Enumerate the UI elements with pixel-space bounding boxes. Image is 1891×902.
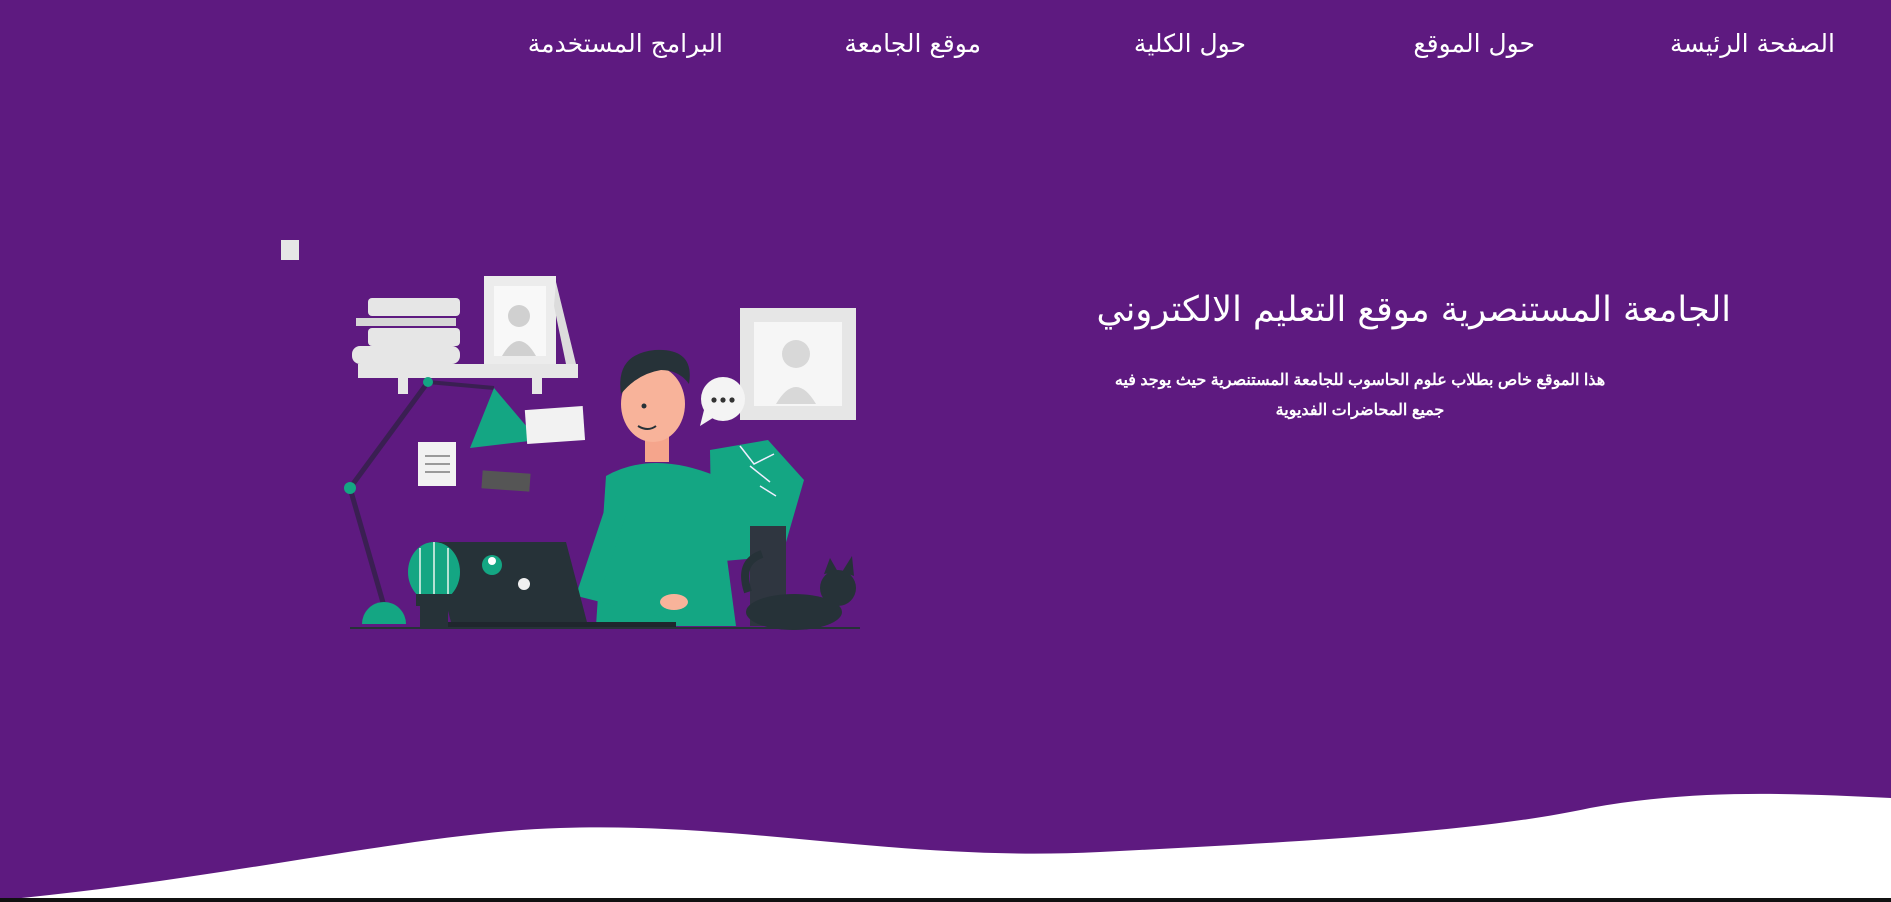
small-square-icon [281,240,299,260]
shelf [358,364,578,378]
nav-link-university-site[interactable]: موقع الجامعة [844,27,981,61]
picture-frame-icon [484,276,576,364]
card-note [481,470,531,492]
speech-bubble-icon [700,377,745,426]
top-navigation: الصفحة الرئيسة حول الموقع حول الكلية موق… [0,0,1891,90]
nav-link-about-site[interactable]: حول الموقع [1413,27,1535,61]
sticky-note [524,406,586,444]
bottom-wave [0,793,1891,902]
hero-description: هذا الموقع خاص بطلاب علوم الحاسوب للجامع… [1114,372,1606,419]
nav-link-about-college[interactable]: حول الكلية [1134,27,1246,61]
person-at-laptop-illustration [281,240,860,630]
wall-frame-icon [740,308,856,420]
books-icon [352,298,460,364]
hero-title: الجامعة المستنصرية موقع التعليم الالكترو… [1096,290,1731,330]
nav-link-programs[interactable]: البرامج المستخدمة [528,27,723,61]
nav-link-home[interactable]: الصفحة الرئيسة [1670,27,1835,61]
